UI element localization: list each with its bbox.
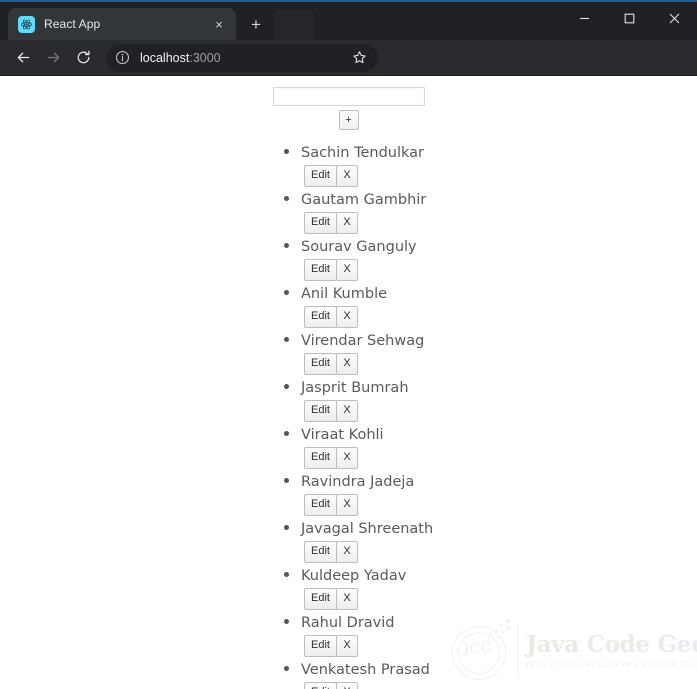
close-icon[interactable]	[652, 2, 697, 34]
edit-button[interactable]: Edit	[304, 212, 337, 234]
list-item: Anil Kumble EditX	[301, 285, 697, 328]
address-bar[interactable]: localhost:3000	[106, 43, 378, 72]
maximize-icon[interactable]	[607, 2, 652, 34]
edit-button[interactable]: Edit	[304, 165, 337, 187]
tab-strip: React App × +	[0, 2, 314, 40]
list-item: Javagal Shreenath EditX	[301, 520, 697, 563]
browser-toolbar: localhost:3000	[0, 40, 697, 76]
delete-button[interactable]: X	[336, 259, 358, 281]
edit-button[interactable]: Edit	[304, 494, 337, 516]
list-item: Venkatesh Prasad EditX	[301, 661, 697, 689]
list-item-actions: EditX	[304, 541, 697, 563]
tab-strip-filler	[274, 10, 314, 40]
list-item-label: Venkatesh Prasad	[301, 662, 430, 678]
browser-window: React App × + localhost:3000 + • Sachin …	[0, 0, 697, 689]
edit-button[interactable]: Edit	[304, 541, 337, 563]
list-item-label: Sachin Tendulkar	[301, 145, 424, 161]
delete-button[interactable]: X	[336, 447, 358, 469]
list-item: Rahul Dravid EditX	[301, 614, 697, 657]
star-icon[interactable]	[352, 50, 368, 66]
delete-button[interactable]: X	[336, 212, 358, 234]
new-tab-button[interactable]: +	[242, 10, 270, 38]
tab-react-app[interactable]: React App ×	[8, 8, 236, 40]
list-item: Ravindra Jadeja EditX	[301, 473, 697, 516]
list-item-actions: EditX	[304, 682, 697, 689]
edit-button[interactable]: Edit	[304, 306, 337, 328]
list-item-label: Jasprit Bumrah	[301, 380, 409, 396]
list-item-actions: EditX	[304, 306, 697, 328]
list-item-actions: EditX	[304, 635, 697, 657]
list-item: Virendar Sehwag EditX	[301, 332, 697, 375]
list-item-actions: EditX	[304, 259, 697, 281]
todo-text-input[interactable]	[272, 87, 425, 106]
todo-list: Sachin TendulkarEditXGautam GambhirEditX…	[0, 144, 697, 689]
delete-button[interactable]: X	[336, 353, 358, 375]
list-item-label: Javagal Shreenath	[301, 521, 434, 537]
tab-title: React App	[44, 17, 101, 31]
back-button-icon[interactable]	[8, 43, 38, 73]
list-item: Viraat Kohli EditX	[301, 426, 697, 469]
list-item-label: Sourav Ganguly	[301, 239, 417, 255]
tab-close-icon[interactable]: ×	[210, 15, 228, 33]
page-viewport: + Sachin TendulkarEditXGautam GambhirEdi…	[0, 76, 697, 689]
edit-button[interactable]: Edit	[304, 447, 337, 469]
list-item-label: Viraat Kohli	[301, 427, 384, 443]
list-item-actions: EditX	[304, 353, 697, 375]
todo-form: +	[0, 76, 697, 130]
list-item-label: Kuldeep Yadav	[301, 568, 407, 584]
list-item-label: Rahul Dravid	[301, 615, 395, 631]
delete-button[interactable]: X	[336, 682, 358, 689]
edit-button[interactable]: Edit	[304, 588, 337, 610]
edit-button[interactable]: Edit	[304, 353, 337, 375]
delete-button[interactable]: X	[336, 494, 358, 516]
list-item-actions: EditX	[304, 494, 697, 516]
list-item-actions: EditX	[304, 165, 697, 187]
add-item-button[interactable]: +	[338, 110, 359, 130]
title-bar: React App × +	[0, 0, 697, 40]
url-text: localhost:3000	[140, 51, 346, 65]
react-favicon	[18, 15, 35, 33]
list-item: Gautam Gambhir EditX	[301, 191, 697, 234]
list-item-actions: EditX	[304, 588, 697, 610]
url-port: :3000	[189, 50, 221, 65]
list-item-actions: EditX	[304, 447, 697, 469]
list-item-actions: EditX	[304, 212, 697, 234]
edit-button[interactable]: Edit	[304, 635, 337, 657]
list-item: Sourav Ganguly EditX	[301, 238, 697, 281]
delete-button[interactable]: X	[336, 165, 358, 187]
delete-button[interactable]: X	[336, 588, 358, 610]
edit-button[interactable]: Edit	[304, 259, 337, 281]
list-item-label: Ravindra Jadeja	[301, 474, 415, 490]
window-controls	[562, 2, 697, 34]
minimize-icon[interactable]	[562, 2, 607, 34]
list-item-actions: EditX	[304, 400, 697, 422]
react-app-root: + Sachin TendulkarEditXGautam GambhirEdi…	[0, 76, 697, 689]
forward-button-icon[interactable]	[38, 43, 68, 73]
list-item-label: Virendar Sehwag	[301, 333, 425, 349]
edit-button[interactable]: Edit	[304, 400, 337, 422]
delete-button[interactable]: X	[336, 541, 358, 563]
list-item: Kuldeep Yadav EditX	[301, 567, 697, 610]
reload-button-icon[interactable]	[68, 43, 98, 73]
site-information-icon[interactable]	[115, 50, 131, 66]
delete-button[interactable]: X	[336, 306, 358, 328]
list-item: Sachin Tendulkar EditX	[301, 144, 697, 187]
list-item: Jasprit Bumrah EditX	[301, 379, 697, 422]
list-item-label: Gautam Gambhir	[301, 192, 427, 208]
delete-button[interactable]: X	[336, 635, 358, 657]
delete-button[interactable]: X	[336, 400, 358, 422]
url-host: localhost	[140, 50, 190, 65]
edit-button[interactable]: Edit	[304, 682, 337, 689]
list-item-label: Anil Kumble	[301, 286, 388, 302]
